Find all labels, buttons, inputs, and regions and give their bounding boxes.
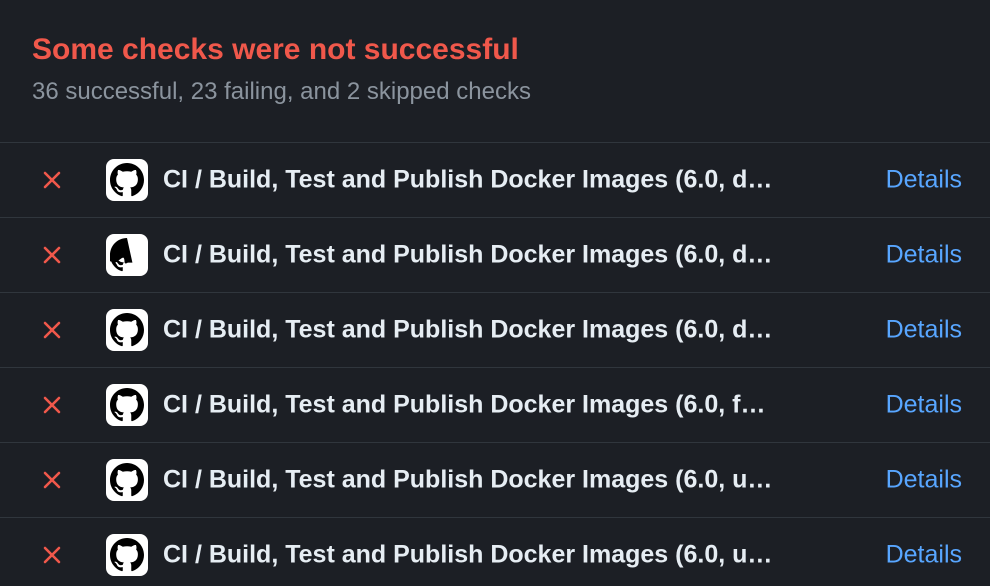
check-row: CI / Build, Test and Publish Docker Imag… [0,218,990,293]
checks-panel: Some checks were not successful 36 succe… [0,0,990,586]
details-link[interactable]: Details [886,541,962,570]
check-row: CI / Build, Test and Publish Docker Imag… [0,443,990,518]
check-name: CI / Build, Test and Publish Docker Imag… [163,465,773,494]
details-link[interactable]: Details [886,166,962,195]
details-link[interactable]: Details [886,391,962,420]
github-icon [106,384,148,426]
checks-status-title: Some checks were not successful [32,33,519,66]
check-name: CI / Build, Test and Publish Docker Imag… [163,315,773,344]
check-name: CI / Build, Test and Publish Docker Imag… [163,165,773,194]
github-icon [106,159,148,201]
details-link[interactable]: Details [886,316,962,345]
check-row: CI / Build, Test and Publish Docker Imag… [0,368,990,443]
checks-summary: Some checks were not successful 36 succe… [0,0,990,142]
check-row: CI / Build, Test and Publish Docker Imag… [0,143,990,218]
check-row: CI / Build, Test and Publish Docker Imag… [0,518,990,586]
github-icon [106,459,148,501]
check-name: CI / Build, Test and Publish Docker Imag… [163,540,773,569]
x-icon [40,168,64,192]
x-icon [40,543,64,567]
github-icon [106,234,148,276]
checks-status-subtitle: 36 successful, 23 failing, and 2 skipped… [32,78,531,105]
checks-list: CI / Build, Test and Publish Docker Imag… [0,142,990,586]
x-icon [40,243,64,267]
github-icon [106,534,148,576]
check-row: CI / Build, Test and Publish Docker Imag… [0,293,990,368]
x-icon [40,393,64,417]
check-name: CI / Build, Test and Publish Docker Imag… [163,240,773,269]
github-icon [106,309,148,351]
details-link[interactable]: Details [886,466,962,495]
check-name: CI / Build, Test and Publish Docker Imag… [163,390,766,419]
details-link[interactable]: Details [886,241,962,270]
x-icon [40,468,64,492]
x-icon [40,318,64,342]
